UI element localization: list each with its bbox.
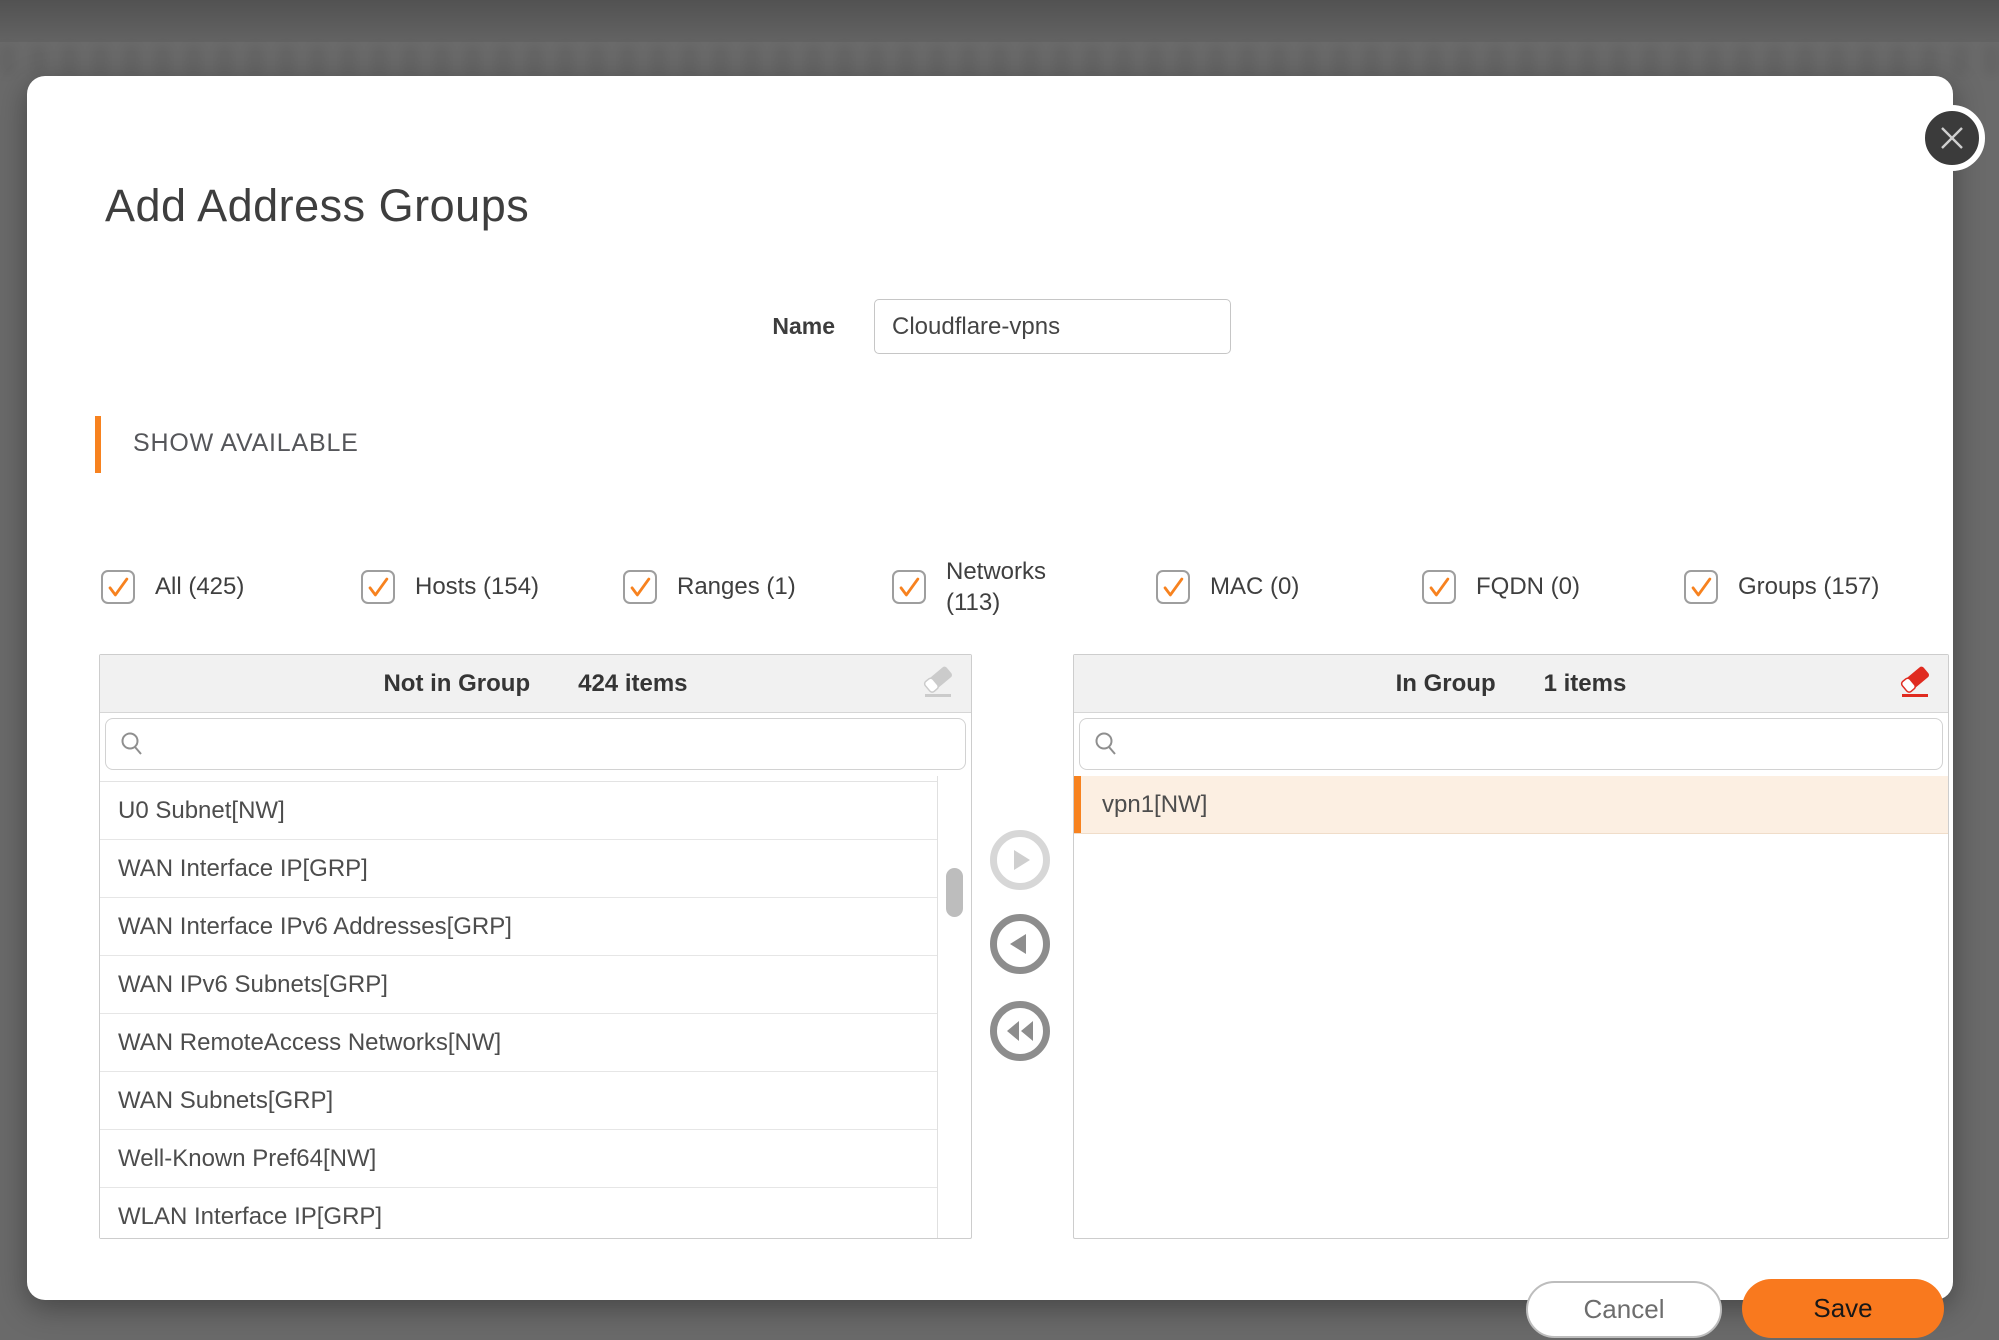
filter-all[interactable]: All (425): [101, 551, 244, 623]
not-in-group-list: U0 Subnet[NW]WAN Interface IP[GRP]WAN In…: [100, 776, 938, 1238]
arrow-right-icon: [1007, 847, 1033, 873]
filter-label: Hosts (154): [415, 573, 539, 601]
list-item[interactable]: vpn1[NW]: [1074, 776, 1948, 834]
clear-selection-button[interactable]: [915, 661, 961, 707]
checkbox-hosts[interactable]: [361, 570, 395, 604]
clear-group-button[interactable]: [1892, 661, 1938, 707]
panel-title: Not in Group: [383, 670, 530, 698]
checkmark-icon: [103, 570, 133, 604]
move-all-left-button[interactable]: [990, 1001, 1050, 1061]
save-button[interactable]: Save: [1742, 1279, 1944, 1338]
list-item[interactable]: WLAN Interface IP[GRP]: [100, 1188, 937, 1238]
eraser-icon-red: [1894, 664, 1936, 704]
not-in-group-panel: Not in Group 424 items: [99, 654, 972, 1239]
filter-label: Groups (157): [1738, 573, 1879, 601]
checkbox-mac[interactable]: [1156, 570, 1190, 604]
filter-checkbox-row: All (425) Hosts (154) Ranges (1) Network…: [27, 551, 1999, 623]
move-left-button[interactable]: [990, 914, 1050, 974]
background-overlay-top: [0, 0, 1999, 42]
search-input[interactable]: [1129, 724, 1929, 764]
in-group-panel: In Group 1 items vpn1: [1073, 654, 1949, 1239]
checkbox-ranges[interactable]: [623, 570, 657, 604]
list-item[interactable]: U0 Subnet[NW]: [100, 782, 937, 840]
checkmark-icon: [1424, 570, 1454, 604]
filter-label: Ranges (1): [677, 573, 796, 601]
filter-label: All (425): [155, 573, 244, 601]
panel-count: 424 items: [578, 670, 687, 698]
checkbox-all[interactable]: [101, 570, 135, 604]
list-item[interactable]: Well-Known Pref64[NW]: [100, 1130, 937, 1188]
filter-mac[interactable]: MAC (0): [1156, 551, 1299, 623]
checkmark-icon: [625, 570, 655, 604]
background-blurred-content: [0, 46, 1999, 74]
name-label: Name: [707, 313, 835, 340]
filter-ranges[interactable]: Ranges (1): [623, 551, 796, 623]
search-wrap: [100, 713, 971, 775]
checkmark-icon: [894, 570, 924, 604]
filter-fqdn[interactable]: FQDN (0): [1422, 551, 1580, 623]
filter-groups[interactable]: Groups (157): [1684, 551, 1879, 623]
eraser-icon: [917, 664, 959, 704]
in-group-list: vpn1[NW]: [1074, 776, 1948, 1238]
search-input[interactable]: [155, 724, 952, 764]
in-group-header: In Group 1 items: [1074, 655, 1948, 713]
search-wrap: [1074, 713, 1948, 775]
not-in-group-search[interactable]: [105, 718, 966, 770]
filter-hosts[interactable]: Hosts (154): [361, 551, 539, 623]
checkbox-networks[interactable]: [892, 570, 926, 604]
show-available-label: SHOW AVAILABLE: [133, 429, 359, 458]
list-item[interactable]: WAN Interface IPv6 Addresses[GRP]: [100, 898, 937, 956]
checkbox-fqdn[interactable]: [1422, 570, 1456, 604]
checkmark-icon: [1686, 570, 1716, 604]
search-icon: [119, 731, 145, 757]
list-item[interactable]: WAN IPv6 Subnets[GRP]: [100, 956, 937, 1014]
filter-label: FQDN (0): [1476, 573, 1580, 601]
add-address-groups-dialog: Add Address Groups Name SHOW AVAILABLE A…: [27, 76, 1953, 1300]
move-right-button[interactable]: [990, 830, 1050, 890]
list-item[interactable]: WAN Interface IP[GRP]: [100, 840, 937, 898]
filter-label: Networks (113): [946, 556, 1046, 618]
list-item[interactable]: WAN Subnets[GRP]: [100, 1072, 937, 1130]
close-button[interactable]: [1919, 105, 1985, 171]
not-in-group-header: Not in Group 424 items: [100, 655, 971, 713]
checkbox-groups[interactable]: [1684, 570, 1718, 604]
double-arrow-left-icon: [1005, 1019, 1035, 1043]
filter-networks[interactable]: Networks (113): [892, 551, 1046, 623]
panel-count: 1 items: [1544, 670, 1627, 698]
panel-title: In Group: [1396, 670, 1496, 698]
cancel-button[interactable]: Cancel: [1526, 1281, 1722, 1338]
page-title: Add Address Groups: [105, 180, 529, 232]
list-item[interactable]: WAN RemoteAccess Networks[NW]: [100, 1014, 937, 1072]
name-input[interactable]: [874, 299, 1231, 354]
section-accent-bar: [95, 416, 101, 473]
checkmark-icon: [1158, 570, 1188, 604]
filter-label: MAC (0): [1210, 573, 1299, 601]
arrow-left-icon: [1007, 931, 1033, 957]
scrollbar-track[interactable]: [938, 776, 971, 1238]
checkmark-icon: [363, 570, 393, 604]
scrollbar-thumb[interactable]: [946, 868, 963, 917]
close-icon: [1937, 123, 1967, 153]
search-icon: [1093, 731, 1119, 757]
in-group-search[interactable]: [1079, 718, 1943, 770]
